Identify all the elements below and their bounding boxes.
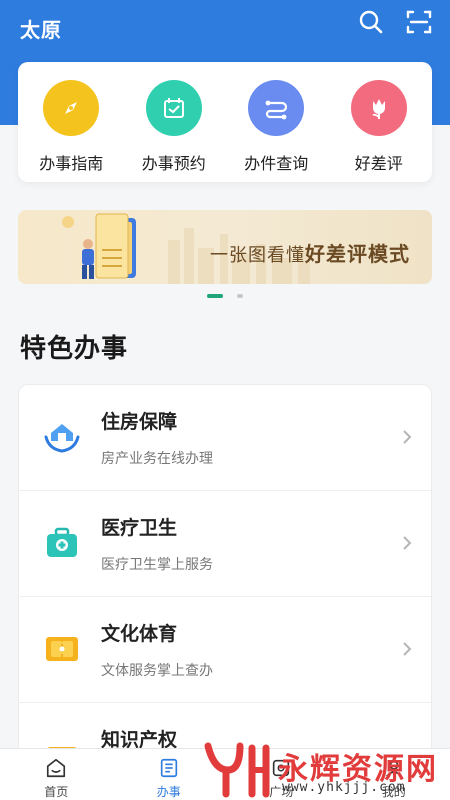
- nav-profile[interactable]: 我的: [338, 749, 450, 800]
- banner-title: 一张图看懂好差评模式: [210, 238, 410, 267]
- service-title: 住房保障: [101, 411, 178, 433]
- quick-actions-card: 办事指南 办事预约 办件查询 好差评: [18, 62, 432, 182]
- service-item-health[interactable]: 医疗卫生 医疗卫生掌上服务: [19, 491, 431, 597]
- quick-action-query[interactable]: 办件查询: [225, 62, 328, 182]
- profile-icon: [385, 760, 402, 777]
- quick-action-label: 办事预约: [141, 154, 206, 173]
- square-icon: [273, 759, 290, 777]
- chevron-right-icon: [403, 536, 412, 550]
- service-item-culture[interactable]: 文化体育 文体服务掌上查办: [19, 597, 431, 703]
- quick-action-rating[interactable]: 好差评: [328, 62, 431, 182]
- quick-action-label: 好差评: [354, 154, 403, 173]
- service-list: 住房保障 房产业务在线办理 医疗卫生 医疗卫生掌上服务 文化体育 文体服务掌上查…: [18, 384, 432, 800]
- city-selector[interactable]: 太原: [20, 14, 62, 43]
- rating-illustration: [62, 213, 136, 279]
- compass-icon: [43, 80, 100, 136]
- promo-banner[interactable]: 一张图看懂好差评模式: [18, 210, 432, 284]
- nav-label: 我的: [381, 785, 406, 799]
- chevron-right-icon: [403, 430, 412, 444]
- section-title: 特色办事: [20, 334, 129, 364]
- ticket-icon: [46, 637, 78, 661]
- service-subtitle: 文体服务掌上查办: [101, 663, 213, 679]
- banner-text-prefix: 一张图看懂: [210, 245, 305, 266]
- flower-icon: [350, 80, 407, 136]
- calendar-check-icon: [145, 80, 202, 136]
- chevron-right-icon: [403, 642, 412, 656]
- nav-label: 首页: [44, 785, 69, 799]
- carousel-indicator: [0, 294, 450, 298]
- service-item-housing[interactable]: 住房保障 房产业务在线办理: [19, 385, 431, 491]
- banner-text-highlight: 好差评模式: [305, 242, 410, 266]
- scan-icon[interactable]: [405, 8, 433, 36]
- nav-square[interactable]: 广场: [225, 749, 338, 800]
- service-subtitle: 医疗卫生掌上服务: [101, 557, 213, 573]
- quick-action-guide[interactable]: 办事指南: [20, 62, 123, 182]
- nav-label: 广场: [269, 785, 294, 799]
- medical-kit-icon: [47, 527, 77, 557]
- home-icon: [47, 758, 66, 778]
- house-hands-icon: [44, 424, 80, 453]
- quick-action-label: 办事指南: [39, 154, 104, 173]
- nav-label: 办事: [156, 785, 181, 799]
- bottom-nav: 首页 办事 广场 我的: [0, 748, 450, 800]
- service-title: 文化体育: [101, 623, 178, 645]
- document-icon: [160, 758, 177, 778]
- flow-icon: [248, 80, 305, 136]
- nav-services[interactable]: 办事: [113, 749, 226, 800]
- service-title: 医疗卫生: [101, 517, 178, 539]
- quick-action-appointment[interactable]: 办事预约: [123, 62, 226, 182]
- app-screen: 太原 办事指南 办事预约 办件查询 好差评 一张图看懂好差评模式 特色办事 住房…: [0, 0, 450, 800]
- nav-home[interactable]: 首页: [0, 749, 113, 800]
- carousel-dot[interactable]: [237, 294, 243, 298]
- quick-action-label: 办件查询: [244, 154, 309, 173]
- search-icon[interactable]: [357, 8, 385, 36]
- service-subtitle: 房产业务在线办理: [101, 451, 213, 467]
- carousel-dot-active[interactable]: [207, 294, 223, 298]
